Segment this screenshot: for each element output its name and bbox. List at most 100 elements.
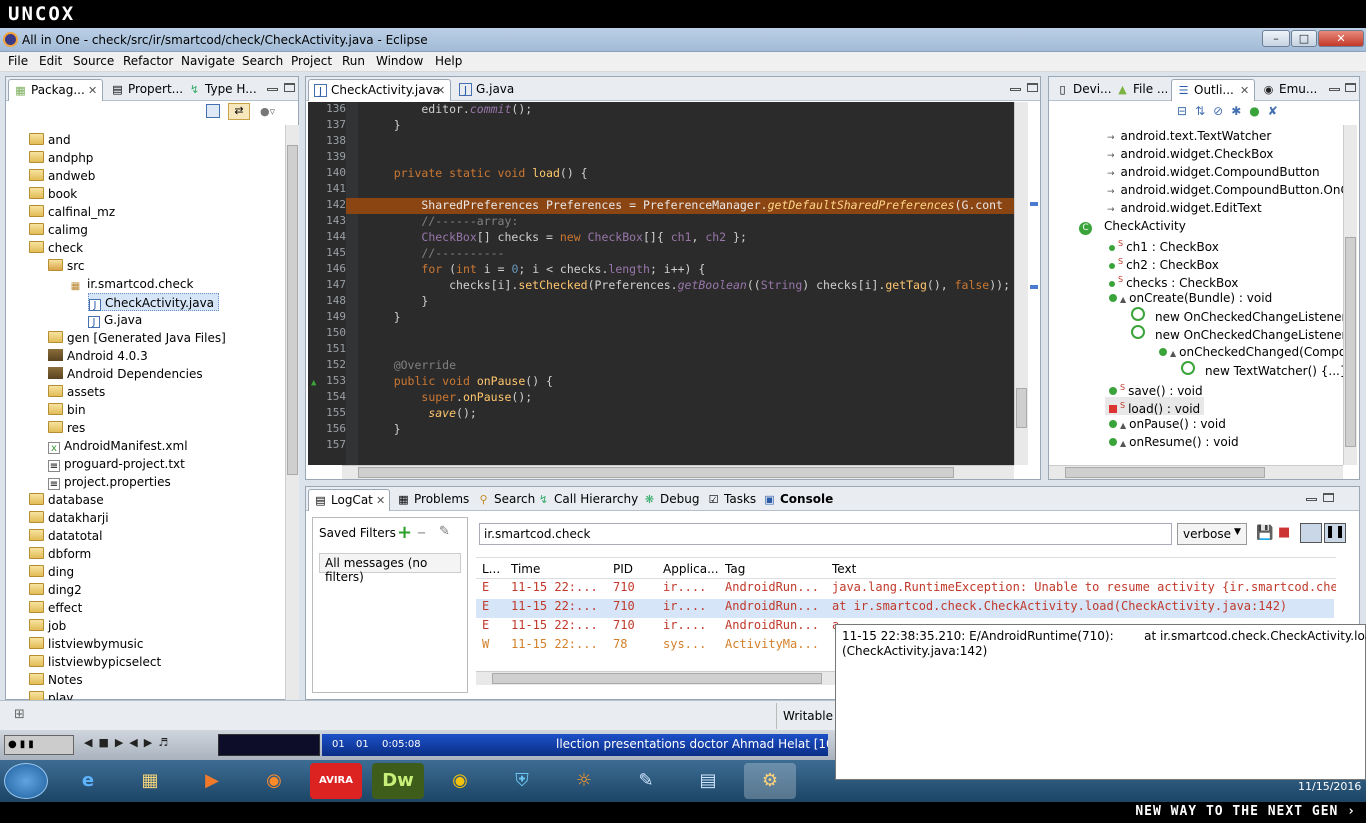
tree-item[interactable]: ≡ proguard-project.txt <box>48 455 185 473</box>
menu-project[interactable]: Project <box>291 54 332 68</box>
minimize-view-icon[interactable] <box>1329 88 1340 91</box>
tree-item[interactable]: J G.java <box>88 311 142 329</box>
firefox-icon[interactable]: ◉ <box>248 763 300 799</box>
tree-item[interactable]: Android Dependencies <box>48 365 203 383</box>
code-editor[interactable]: ▲ 136 editor.commit(); 137 } 138 139 140… <box>308 102 1014 465</box>
shield-icon[interactable]: ⛨ <box>496 763 548 799</box>
remove-filter-icon[interactable]: – <box>417 522 426 543</box>
minimize-button[interactable]: – <box>1262 30 1290 47</box>
hide-non-public-icon[interactable]: ● <box>1249 104 1267 118</box>
avira-icon[interactable]: AVIRA <box>310 763 362 799</box>
tab-logcat[interactable]: ▤ LogCat ✕ <box>308 489 390 511</box>
outline-item-selected[interactable]: Sload() : void <box>1105 397 1205 416</box>
maximize-view-icon[interactable] <box>284 83 295 92</box>
outline-item[interactable]: Sch2 : CheckBox <box>1109 253 1219 272</box>
collapse-all-icon[interactable]: ⊟ <box>1177 104 1195 118</box>
outline-item[interactable]: Schecks : CheckBox <box>1109 271 1238 290</box>
internet-explorer-icon[interactable]: e <box>62 763 114 799</box>
pause-icon[interactable]: ❚❚ <box>1324 523 1346 543</box>
tree-item[interactable]: calimg <box>29 221 88 239</box>
add-filter-icon[interactable]: + <box>397 522 412 543</box>
scrollbar-thumb[interactable] <box>1065 467 1265 478</box>
tree-item[interactable]: ≡ project.properties <box>48 473 171 491</box>
tab-file-explorer[interactable]: ▲ File ... <box>1111 79 1174 101</box>
hide-local-types-icon[interactable]: ✘ <box>1268 104 1286 118</box>
close-button[interactable]: ✕ <box>1318 30 1364 47</box>
tab-g-java[interactable]: J G.java <box>454 79 520 101</box>
clear-log-icon[interactable]: ■ <box>1278 525 1290 540</box>
tree-item[interactable]: x AndroidManifest.xml <box>48 437 188 455</box>
chat-icon[interactable]: ☼ <box>558 763 610 799</box>
tab-devices[interactable]: ▯ Devi... <box>1051 79 1118 101</box>
tree-item[interactable]: andweb <box>29 167 95 185</box>
overview-marker[interactable] <box>1030 202 1038 206</box>
minimize-view-icon[interactable] <box>267 88 278 91</box>
column-header[interactable]: Time <box>511 562 540 576</box>
column-header[interactable]: L... <box>482 562 500 576</box>
tree-item[interactable]: datatotal <box>29 527 102 545</box>
outline-item[interactable]: ▲ onCheckedChanged(Compou <box>1159 343 1343 361</box>
outline-item[interactable]: Sch1 : CheckBox <box>1109 235 1219 254</box>
column-header[interactable]: Text <box>832 562 856 576</box>
outline-item[interactable]: new OnCheckedChangeListener() {... <box>1131 307 1343 325</box>
tab-checkactivity-java[interactable]: J CheckActivity.java ✕ <box>308 79 451 101</box>
tree-item[interactable]: bin <box>48 401 86 419</box>
outline-scrollbar[interactable] <box>1343 125 1357 465</box>
remote-desktop-icon[interactable]: ▤ <box>682 763 734 799</box>
tree-item[interactable]: and <box>29 131 71 149</box>
scrollbar-thumb[interactable] <box>287 145 298 475</box>
overview-marker[interactable] <box>1030 285 1038 289</box>
close-tab-icon[interactable]: ✕ <box>1240 84 1249 97</box>
media-player-icon[interactable]: ▶ <box>186 763 238 799</box>
outline-scrollbar-h[interactable] <box>1049 465 1343 479</box>
tree-item[interactable]: gen [Generated Java Files] <box>48 329 226 347</box>
eclipse-taskbar-icon[interactable]: ⚙ <box>744 763 796 799</box>
tree-item[interactable]: listviewbypicselect <box>29 653 161 671</box>
scrollbar-thumb[interactable] <box>358 467 954 478</box>
tree-item-selected[interactable]: J CheckActivity.java <box>88 293 220 311</box>
edit-filter-icon[interactable]: ✎ <box>439 524 450 539</box>
close-tab-icon[interactable]: ✕ <box>376 494 385 507</box>
tree-item[interactable]: book <box>29 185 77 203</box>
hide-static-icon[interactable]: ✱ <box>1231 104 1249 118</box>
menu-run[interactable]: Run <box>342 54 365 68</box>
menu-navigate[interactable]: Navigate <box>181 54 235 68</box>
tab-console[interactable]: ▣ Console <box>758 489 839 511</box>
tree-item[interactable]: dbform <box>29 545 91 563</box>
outline-item[interactable]: C CheckActivity <box>1079 217 1186 235</box>
close-tab-icon[interactable]: ✕ <box>88 84 97 97</box>
tree-item[interactable]: andphp <box>29 149 93 167</box>
link-with-editor-icon[interactable]: ⇄ <box>228 103 250 120</box>
tab-type-hierarchy[interactable]: ↯ Type H... <box>183 79 263 101</box>
table-row-selected[interactable]: E 11-15 22:... 710 ir.... AndroidRun... … <box>476 599 1334 618</box>
menu-window[interactable]: Window <box>376 54 423 68</box>
dreamweaver-icon[interactable]: Dw <box>372 763 424 799</box>
view-menu-icon[interactable]: ●▿ <box>260 105 275 118</box>
menu-edit[interactable]: Edit <box>39 54 62 68</box>
column-header[interactable]: Tag <box>725 562 745 576</box>
playback-buttons[interactable]: ◀■▶◀▶♬ <box>84 736 174 749</box>
tab-tasks[interactable]: ☑ Tasks <box>702 489 762 511</box>
player-controls[interactable]: ●▮▮ <box>4 735 74 755</box>
maximize-view-icon[interactable] <box>1027 83 1038 92</box>
tab-problems[interactable]: ▦ Problems <box>392 489 475 511</box>
outline-item[interactable]: ▲ onResume() : void <box>1109 433 1239 451</box>
column-header[interactable]: Applica... <box>663 562 719 576</box>
outline-item[interactable]: → android.text.TextWatcher <box>1107 127 1271 145</box>
tree-item[interactable]: Android 4.0.3 <box>48 347 148 365</box>
menu-file[interactable]: File <box>8 54 28 68</box>
tree-item[interactable]: database <box>29 491 104 509</box>
tree-item[interactable]: ▦ ir.smartcod.check <box>68 275 194 293</box>
scrollbar-thumb[interactable] <box>492 673 822 684</box>
log-level-select[interactable]: verbose ▼ <box>1177 523 1247 545</box>
menu-source[interactable]: Source <box>73 54 114 68</box>
outline-item[interactable]: new TextWatcher() {...} <box>1181 361 1343 379</box>
tree-item[interactable]: effect <box>29 599 82 617</box>
tree-item[interactable]: datakharji <box>29 509 109 527</box>
filter-all-messages[interactable]: All messages (no filters) <box>319 553 461 584</box>
maximize-view-icon[interactable] <box>1345 83 1356 92</box>
fast-view-icon[interactable]: ⊞ <box>14 707 25 722</box>
menu-refactor[interactable]: Refactor <box>123 54 173 68</box>
scrollbar-thumb[interactable] <box>1016 388 1027 428</box>
tree-item[interactable]: calfinal_mz <box>29 203 115 221</box>
